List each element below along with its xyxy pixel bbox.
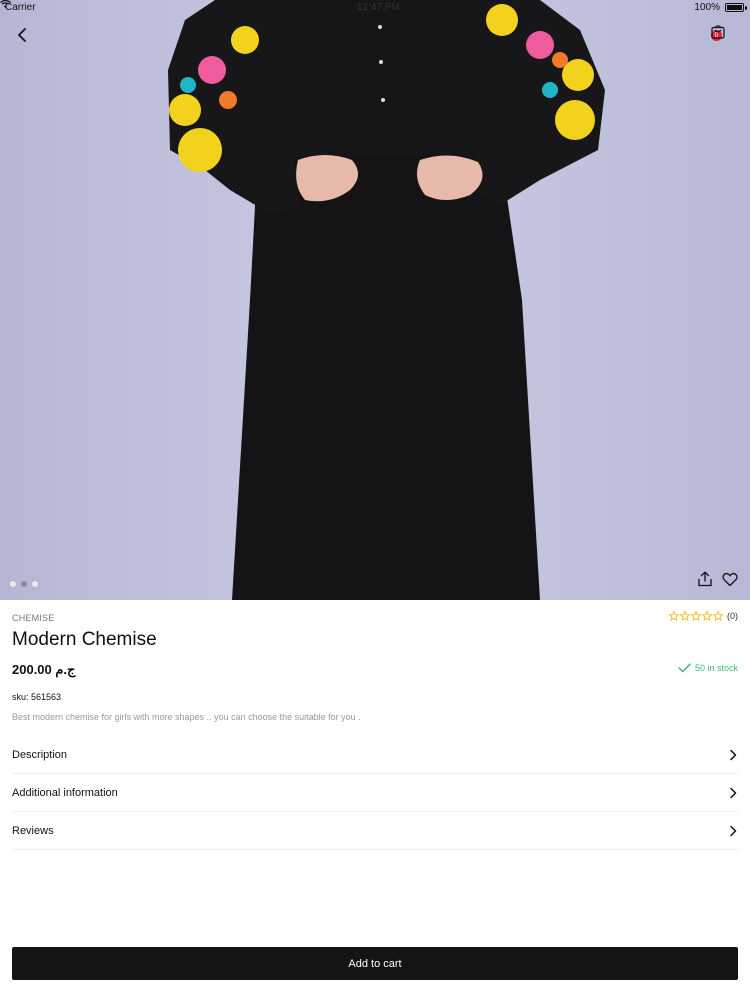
chevron-right-icon [730,749,737,760]
product-category[interactable]: CHEMISE [12,613,54,623]
product-image-gallery[interactable]: Carrier 12:47 PM 100% 0 [0,0,750,600]
product-price: 200.00 ج.م [12,662,76,677]
star-empty-icon [713,611,723,621]
product-sections: Description Additional information Revie… [12,736,738,850]
gallery-pager[interactable] [10,581,38,587]
chevron-right-icon [730,787,737,798]
add-to-cart-button[interactable]: Add to cart [12,947,738,980]
section-label: Description [12,748,68,761]
sku-label: sku: [12,692,29,702]
star-empty-icon [680,611,690,621]
pager-dot-active[interactable] [21,581,27,587]
additional-information-section[interactable]: Additional information [12,774,738,812]
rating-count: (0) [727,611,738,621]
check-icon [678,663,691,673]
product-rating[interactable]: (0) [669,611,738,621]
description-section[interactable]: Description [12,736,738,774]
section-label: Additional information [12,786,118,799]
sku: sku: 561563 [12,692,61,702]
battery-percent: 100% [694,2,720,13]
product-title: Modern Chemise [12,629,157,650]
star-empty-icon [702,611,712,621]
stock-label: 50 in stock [694,663,738,673]
chevron-right-icon [730,825,737,836]
stock-status: 50 in stock [678,663,738,673]
star-empty-icon [669,611,679,621]
cart-button[interactable]: 0 [711,24,741,46]
favorite-button[interactable] [722,572,740,590]
status-bar: Carrier 12:47 PM 100% [0,0,750,16]
sku-value: 561563 [31,692,62,702]
short-description: Best modern chemise for girls with more … [12,712,361,722]
share-icon [698,571,712,587]
section-label: Reviews [12,824,54,837]
clock: 12:47 PM [357,2,400,13]
pager-dot[interactable] [10,581,16,587]
chevron-left-icon [18,28,26,42]
wifi-icon [0,0,11,8]
product-photo [0,0,750,600]
heart-icon [722,572,738,587]
battery-icon [725,3,744,12]
back-button[interactable] [12,24,32,46]
star-empty-icon [691,611,701,621]
reviews-section[interactable]: Reviews [12,812,738,850]
shopping-bag-icon [711,25,725,39]
pager-dot[interactable] [32,581,38,587]
share-button[interactable] [697,571,715,589]
